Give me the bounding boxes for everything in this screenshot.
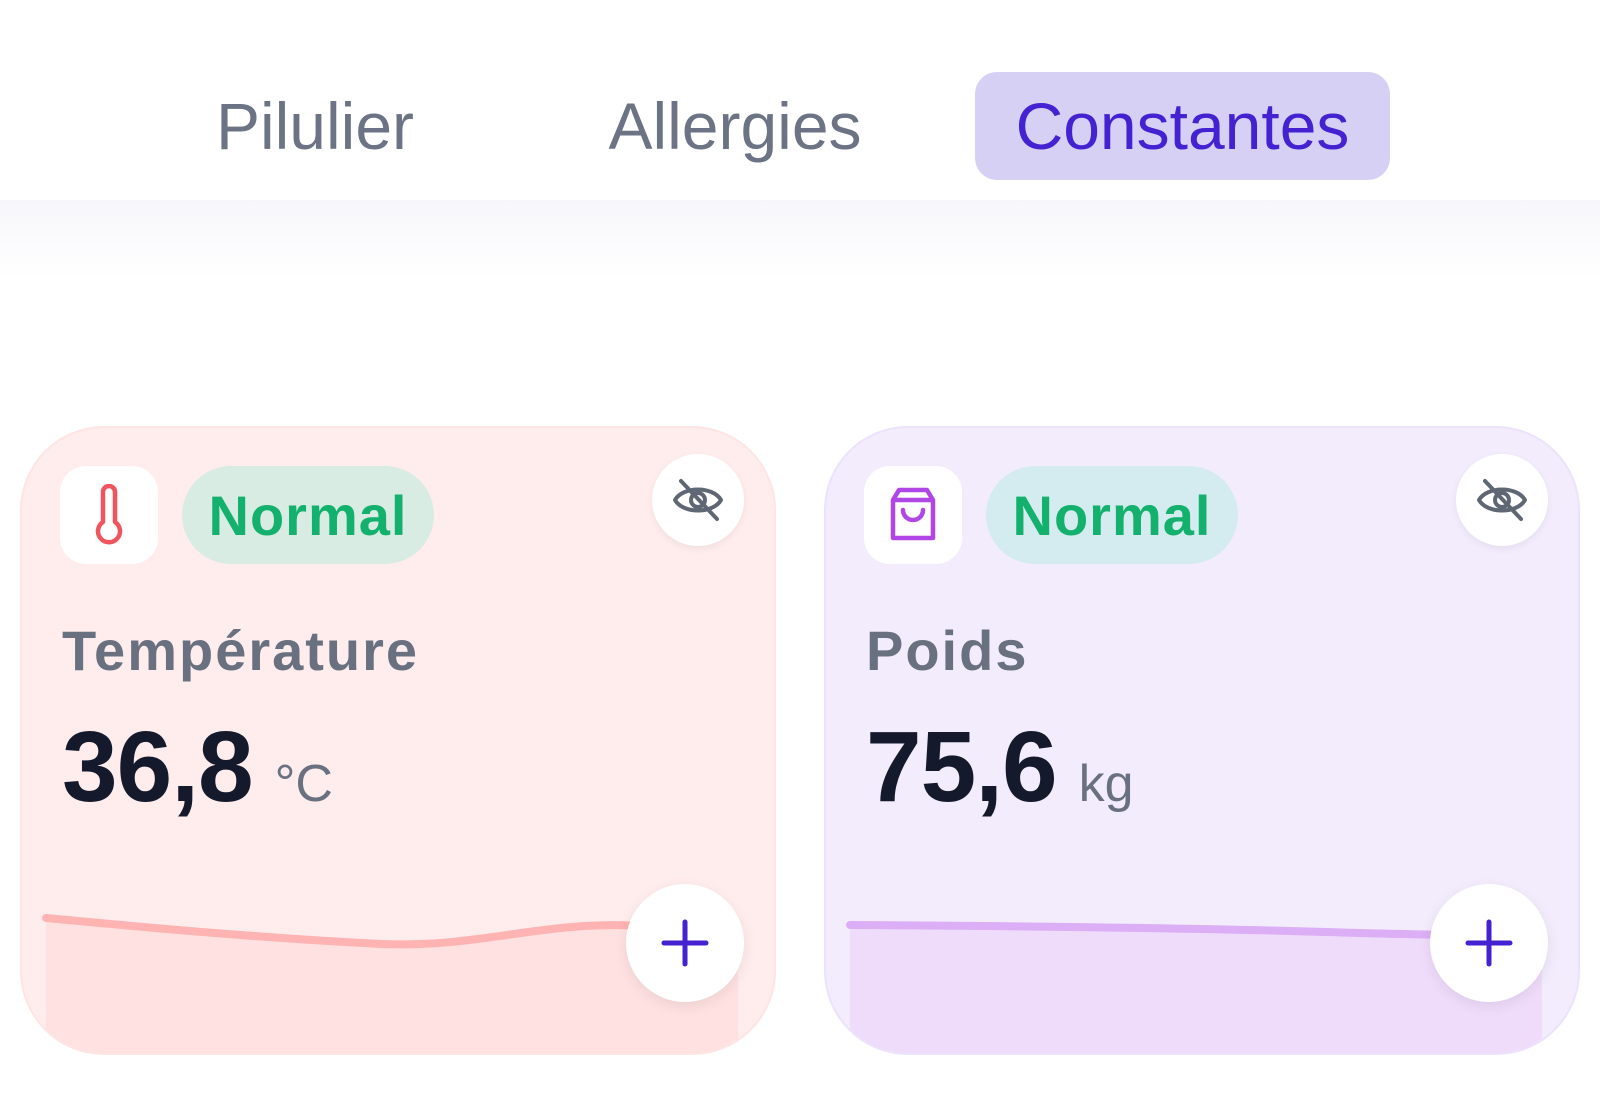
add-temperature-button[interactable] [626, 884, 744, 1002]
weight-icon-box [864, 466, 962, 564]
vital-unit: kg [1078, 755, 1134, 813]
tab-pilulier[interactable]: Pilulier [190, 72, 440, 180]
tab-allergies[interactable]: Allergies [585, 72, 885, 180]
vital-value: 36,8 [62, 711, 254, 823]
vital-title: Poids [866, 619, 1029, 682]
thermometer-icon [95, 484, 123, 545]
vital-value: 75,6 [866, 711, 1058, 823]
vital-title: Température [62, 619, 420, 682]
temperature-card[interactable]: Normal Température 36,8 °C [22, 428, 774, 1053]
plus-icon [661, 919, 709, 967]
plus-icon [1465, 919, 1513, 967]
tab-bar: Pilulier Allergies Constantes [0, 0, 1600, 200]
shopping-bag-icon [890, 487, 936, 541]
vital-reading: 75,6 kg [866, 710, 1134, 825]
status-badge: Normal [986, 466, 1238, 564]
tab-constantes[interactable]: Constantes [975, 72, 1390, 180]
eye-off-icon [1477, 479, 1527, 521]
status-badge: Normal [182, 466, 434, 564]
weight-card[interactable]: Normal Poids 75,6 kg [826, 428, 1578, 1053]
hide-weight-button[interactable] [1456, 454, 1548, 546]
vital-unit: °C [274, 755, 333, 813]
add-weight-button[interactable] [1430, 884, 1548, 1002]
vital-reading: 36,8 °C [62, 710, 333, 825]
temperature-icon-box [60, 466, 158, 564]
hide-temperature-button[interactable] [652, 454, 744, 546]
tab-bar-shadow [0, 200, 1600, 280]
eye-off-icon [673, 479, 723, 521]
